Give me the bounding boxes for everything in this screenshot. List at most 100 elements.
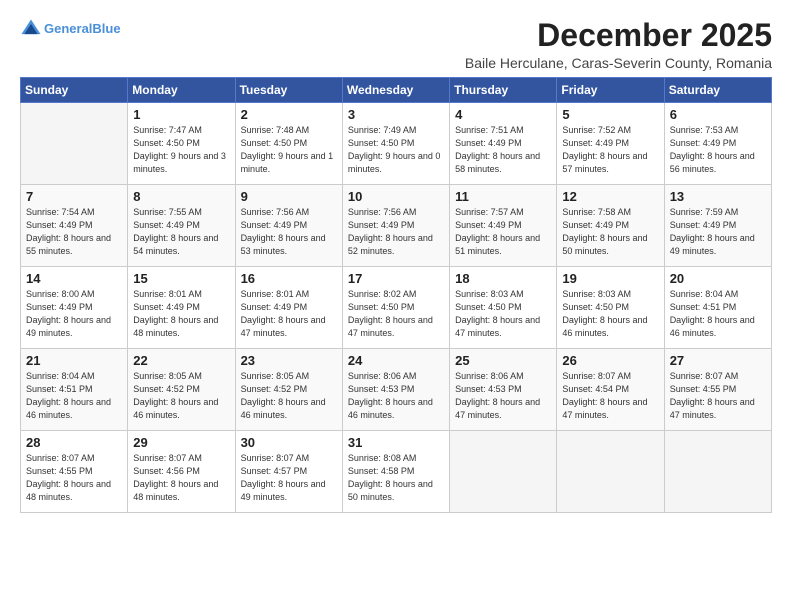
- day-number: 25: [455, 353, 551, 368]
- day-info: Sunrise: 7:52 AMSunset: 4:49 PMDaylight:…: [562, 124, 658, 176]
- table-cell: 11 Sunrise: 7:57 AMSunset: 4:49 PMDayligh…: [450, 185, 557, 267]
- day-number: 14: [26, 271, 122, 286]
- day-number: 5: [562, 107, 658, 122]
- table-cell: [450, 431, 557, 513]
- page: GeneralBlue December 2025 Baile Herculan…: [0, 0, 792, 612]
- table-cell: 7Sunrise: 7:54 AMSunset: 4:49 PMDaylight…: [21, 185, 128, 267]
- day-number: 4: [455, 107, 551, 122]
- day-number: 16: [241, 271, 337, 286]
- table-cell: 13 Sunrise: 7:59 AMSunset: 4:49 PMDayligh…: [664, 185, 771, 267]
- day-info: Sunrise: 8:00 AMSunset: 4:49 PMDaylight:…: [26, 288, 122, 340]
- day-info: Sunrise: 8:06 AMSunset: 4:53 PMDaylight:…: [348, 370, 444, 422]
- day-info: Sunrise: 7:56 AMSunset: 4:49 PMDaylight:…: [241, 206, 337, 258]
- day-number: 3: [348, 107, 444, 122]
- week-row-4: 21Sunrise: 8:04 AMSunset: 4:51 PMDayligh…: [21, 349, 772, 431]
- week-row-1: 1 Sunrise: 7:47 AMSunset: 4:50 PMDaylight…: [21, 103, 772, 185]
- day-info: Sunrise: 8:03 AMSunset: 4:50 PMDaylight:…: [455, 288, 551, 340]
- table-cell: 31 Sunrise: 8:08 AMSunset: 4:58 PMDayligh…: [342, 431, 449, 513]
- table-cell: 9 Sunrise: 7:56 AMSunset: 4:49 PMDaylight…: [235, 185, 342, 267]
- weekday-header-row: Sunday Monday Tuesday Wednesday Thursday…: [21, 78, 772, 103]
- table-cell: 27 Sunrise: 8:07 AMSunset: 4:55 PMDayligh…: [664, 349, 771, 431]
- table-cell: 28 Sunrise: 8:07 AMSunset: 4:55 PMDayligh…: [21, 431, 128, 513]
- day-number: 15: [133, 271, 229, 286]
- table-cell: 6 Sunrise: 7:53 AMSunset: 4:49 PMDaylight…: [664, 103, 771, 185]
- day-number: 10: [348, 189, 444, 204]
- header-monday: Monday: [128, 78, 235, 103]
- header-tuesday: Tuesday: [235, 78, 342, 103]
- day-info: Sunrise: 8:06 AMSunset: 4:53 PMDaylight:…: [455, 370, 551, 422]
- day-number: 20: [670, 271, 766, 286]
- day-info: Sunrise: 8:08 AMSunset: 4:58 PMDaylight:…: [348, 452, 444, 504]
- day-info: Sunrise: 8:07 AMSunset: 4:55 PMDaylight:…: [26, 452, 122, 504]
- day-info: Sunrise: 7:56 AMSunset: 4:49 PMDaylight:…: [348, 206, 444, 258]
- week-row-3: 14 Sunrise: 8:00 AMSunset: 4:49 PMDayligh…: [21, 267, 772, 349]
- header-saturday: Saturday: [664, 78, 771, 103]
- title-block: December 2025 Baile Herculane, Caras-Sev…: [465, 18, 772, 71]
- day-info: Sunrise: 7:57 AMSunset: 4:49 PMDaylight:…: [455, 206, 551, 258]
- table-cell: 25 Sunrise: 8:06 AMSunset: 4:53 PMDayligh…: [450, 349, 557, 431]
- day-number: 19: [562, 271, 658, 286]
- day-number: 31: [348, 435, 444, 450]
- logo: GeneralBlue: [20, 18, 121, 40]
- table-cell: 14 Sunrise: 8:00 AMSunset: 4:49 PMDayligh…: [21, 267, 128, 349]
- table-cell: 17 Sunrise: 8:02 AMSunset: 4:50 PMDayligh…: [342, 267, 449, 349]
- day-number: 13: [670, 189, 766, 204]
- day-number: 18: [455, 271, 551, 286]
- day-info: Sunrise: 8:03 AMSunset: 4:50 PMDaylight:…: [562, 288, 658, 340]
- table-cell: 10 Sunrise: 7:56 AMSunset: 4:49 PMDayligh…: [342, 185, 449, 267]
- table-cell: 30Sunrise: 8:07 AMSunset: 4:57 PMDayligh…: [235, 431, 342, 513]
- day-info: Sunrise: 7:47 AMSunset: 4:50 PMDaylight:…: [133, 124, 229, 176]
- day-number: 26: [562, 353, 658, 368]
- day-info: Sunrise: 8:07 AMSunset: 4:54 PMDaylight:…: [562, 370, 658, 422]
- table-cell: 5 Sunrise: 7:52 AMSunset: 4:49 PMDaylight…: [557, 103, 664, 185]
- table-cell: 15Sunrise: 8:01 AMSunset: 4:49 PMDayligh…: [128, 267, 235, 349]
- header: GeneralBlue December 2025 Baile Herculan…: [20, 18, 772, 71]
- table-cell: 8Sunrise: 7:55 AMSunset: 4:49 PMDaylight…: [128, 185, 235, 267]
- day-info: Sunrise: 8:01 AMSunset: 4:49 PMDaylight:…: [241, 288, 337, 340]
- day-info: Sunrise: 7:49 AMSunset: 4:50 PMDaylight:…: [348, 124, 444, 176]
- header-wednesday: Wednesday: [342, 78, 449, 103]
- day-info: Sunrise: 7:53 AMSunset: 4:49 PMDaylight:…: [670, 124, 766, 176]
- day-info: Sunrise: 8:04 AMSunset: 4:51 PMDaylight:…: [670, 288, 766, 340]
- table-cell: 21Sunrise: 8:04 AMSunset: 4:51 PMDayligh…: [21, 349, 128, 431]
- day-number: 11: [455, 189, 551, 204]
- day-number: 12: [562, 189, 658, 204]
- header-friday: Friday: [557, 78, 664, 103]
- table-cell: 26 Sunrise: 8:07 AMSunset: 4:54 PMDayligh…: [557, 349, 664, 431]
- table-cell: 4 Sunrise: 7:51 AMSunset: 4:49 PMDaylight…: [450, 103, 557, 185]
- table-cell: 18 Sunrise: 8:03 AMSunset: 4:50 PMDayligh…: [450, 267, 557, 349]
- day-info: Sunrise: 7:55 AMSunset: 4:49 PMDaylight:…: [133, 206, 229, 258]
- table-cell: 3 Sunrise: 7:49 AMSunset: 4:50 PMDaylight…: [342, 103, 449, 185]
- table-cell: 1 Sunrise: 7:47 AMSunset: 4:50 PMDaylight…: [128, 103, 235, 185]
- day-number: 1: [133, 107, 229, 122]
- table-cell: [664, 431, 771, 513]
- day-number: 23: [241, 353, 337, 368]
- day-number: 6: [670, 107, 766, 122]
- calendar-table: Sunday Monday Tuesday Wednesday Thursday…: [20, 77, 772, 513]
- day-info: Sunrise: 7:59 AMSunset: 4:49 PMDaylight:…: [670, 206, 766, 258]
- day-info: Sunrise: 8:04 AMSunset: 4:51 PMDaylight:…: [26, 370, 122, 422]
- table-cell: 29 Sunrise: 8:07 AMSunset: 4:56 PMDayligh…: [128, 431, 235, 513]
- day-number: 22: [133, 353, 229, 368]
- day-number: 17: [348, 271, 444, 286]
- day-number: 24: [348, 353, 444, 368]
- day-info: Sunrise: 8:07 AMSunset: 4:55 PMDaylight:…: [670, 370, 766, 422]
- header-thursday: Thursday: [450, 78, 557, 103]
- day-number: 28: [26, 435, 122, 450]
- week-row-2: 7Sunrise: 7:54 AMSunset: 4:49 PMDaylight…: [21, 185, 772, 267]
- day-number: 29: [133, 435, 229, 450]
- header-sunday: Sunday: [21, 78, 128, 103]
- day-info: Sunrise: 7:54 AMSunset: 4:49 PMDaylight:…: [26, 206, 122, 258]
- day-info: Sunrise: 8:02 AMSunset: 4:50 PMDaylight:…: [348, 288, 444, 340]
- day-info: Sunrise: 8:07 AMSunset: 4:56 PMDaylight:…: [133, 452, 229, 504]
- table-cell: 16 Sunrise: 8:01 AMSunset: 4:49 PMDayligh…: [235, 267, 342, 349]
- day-number: 30: [241, 435, 337, 450]
- table-cell: 22Sunrise: 8:05 AMSunset: 4:52 PMDayligh…: [128, 349, 235, 431]
- month-title: December 2025: [465, 18, 772, 53]
- day-info: Sunrise: 7:51 AMSunset: 4:49 PMDaylight:…: [455, 124, 551, 176]
- day-number: 2: [241, 107, 337, 122]
- day-number: 27: [670, 353, 766, 368]
- day-number: 9: [241, 189, 337, 204]
- day-info: Sunrise: 7:58 AMSunset: 4:49 PMDaylight:…: [562, 206, 658, 258]
- logo-icon: [20, 18, 42, 40]
